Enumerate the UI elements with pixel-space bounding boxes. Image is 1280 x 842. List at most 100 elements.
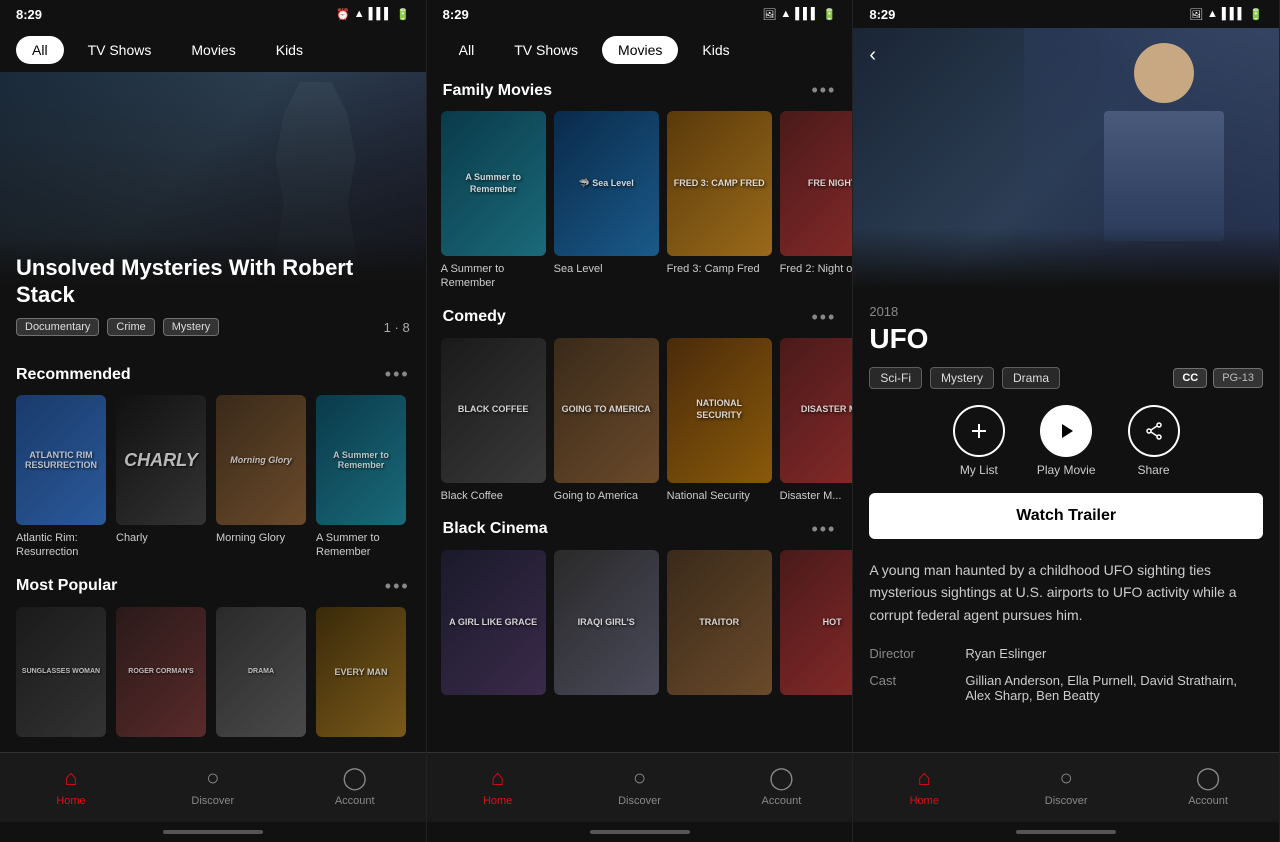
tab-kids-2[interactable]: Kids bbox=[686, 36, 745, 64]
family-card-2[interactable]: FRED 3: CAMP FRED Fred 3: Camp Fred bbox=[667, 111, 772, 291]
detail-title: UFO bbox=[869, 323, 1263, 355]
section-title-family: Family Movies bbox=[443, 82, 552, 100]
movie-row-popular: SUNGLASSES WOMAN ROGER CORMAN'S DRAMA EV… bbox=[0, 607, 426, 743]
nav-account-1[interactable]: ◯ Account bbox=[325, 765, 385, 807]
popular-card-2[interactable]: DRAMA bbox=[216, 607, 306, 743]
movie-thumb-inner-0: ATLANTIC RIM RESURRECTION bbox=[16, 395, 106, 525]
signal-icon-2: ▌▌▌ bbox=[795, 8, 818, 20]
bc-thumb-0: A GIRL LIKE GRACE bbox=[441, 550, 546, 695]
family-card-3[interactable]: FRE NIGHT Fred 2: Night of... bbox=[780, 111, 853, 291]
bc-card-3[interactable]: HOT bbox=[780, 550, 853, 701]
popular-card-1[interactable]: ROGER CORMAN'S bbox=[116, 607, 206, 743]
status-icons-3: 🖼 ▲ ▌▌▌ 🔋 bbox=[1189, 8, 1263, 21]
movie-card-1[interactable]: CHARLY Charly bbox=[116, 395, 206, 560]
movie-thumb-inner-1: CHARLY bbox=[116, 395, 206, 525]
section-header-black-cinema: Black Cinema ••• bbox=[427, 519, 853, 540]
bc-card-0[interactable]: A GIRL LIKE GRACE bbox=[441, 550, 546, 701]
nav-home-3[interactable]: ⌂ Home bbox=[894, 765, 954, 807]
section-header-recommended: Recommended ••• bbox=[0, 364, 426, 385]
movie-thumb-1: CHARLY bbox=[116, 395, 206, 525]
nav-account-3[interactable]: ◯ Account bbox=[1178, 765, 1238, 807]
nav-home-1[interactable]: ⌂ Home bbox=[41, 765, 101, 807]
detail-tags-row: Sci-Fi Mystery Drama CC PG-13 bbox=[869, 367, 1263, 389]
home-icon-2: ⌂ bbox=[491, 765, 504, 791]
description: A young man haunted by a childhood UFO s… bbox=[869, 559, 1263, 626]
nav-discover-3[interactable]: ○ Discover bbox=[1036, 765, 1096, 807]
tab-kids-1[interactable]: Kids bbox=[260, 36, 319, 64]
share-icon bbox=[1128, 405, 1180, 457]
home-bar-3 bbox=[1016, 830, 1116, 834]
family-label-2: Fred 3: Camp Fred bbox=[667, 262, 772, 276]
movie-card-0[interactable]: ATLANTIC RIM RESURRECTION Atlantic Rim: … bbox=[16, 395, 106, 560]
hero-overlay-1: Unsolved Mysteries With Robert Stack Doc… bbox=[0, 239, 426, 352]
photo-icon-3: 🖼 bbox=[1189, 8, 1203, 21]
home-bar-2 bbox=[590, 830, 690, 834]
comedy-label-2: National Security bbox=[667, 489, 772, 503]
family-card-0[interactable]: A Summer to Remember A Summer to Remembe… bbox=[441, 111, 546, 291]
content-scroll-1[interactable]: Recommended ••• ATLANTIC RIM RESURRECTIO… bbox=[0, 352, 426, 752]
share-label: Share bbox=[1138, 463, 1170, 477]
detail-content[interactable]: 2018 UFO Sci-Fi Mystery Drama CC PG-13 M… bbox=[853, 288, 1279, 752]
comedy-card-3[interactable]: DISASTER MO Disaster M... bbox=[780, 338, 853, 503]
discover-icon-1: ○ bbox=[206, 765, 219, 791]
status-icons-2: 🖼 ▲ ▌▌▌ 🔋 bbox=[762, 8, 836, 21]
nav-home-2[interactable]: ⌂ Home bbox=[468, 765, 528, 807]
back-button[interactable]: ‹ bbox=[869, 44, 876, 67]
status-bar-2: 8:29 🖼 ▲ ▌▌▌ 🔋 bbox=[427, 0, 853, 28]
movie-thumb-0: ATLANTIC RIM RESURRECTION bbox=[16, 395, 106, 525]
tab-movies-1[interactable]: Movies bbox=[175, 36, 251, 64]
tab-all-2[interactable]: All bbox=[443, 36, 491, 64]
popular-card-0[interactable]: SUNGLASSES WOMAN bbox=[16, 607, 106, 743]
bottom-nav-3: ⌂ Home ○ Discover ◯ Account bbox=[853, 752, 1279, 822]
my-list-icon bbox=[953, 405, 1005, 457]
movies-scroll-2[interactable]: Family Movies ••• A Summer to Remember A… bbox=[427, 72, 853, 752]
bc-card-1[interactable]: IRAQI GIRL'S bbox=[554, 550, 659, 701]
bc-thumb-3: HOT bbox=[780, 550, 853, 695]
bc-card-2[interactable]: TRAITOR bbox=[667, 550, 772, 701]
home-indicator-1 bbox=[0, 822, 426, 842]
nav-home-label-1: Home bbox=[56, 795, 85, 807]
detail-fade-bottom bbox=[853, 228, 1279, 288]
director-val: Ryan Eslinger bbox=[965, 646, 1263, 661]
nav-account-2[interactable]: ◯ Account bbox=[751, 765, 811, 807]
discover-icon-3: ○ bbox=[1060, 765, 1073, 791]
family-label-3: Fred 2: Night of... bbox=[780, 262, 853, 276]
watch-trailer-button[interactable]: Watch Trailer bbox=[869, 493, 1263, 539]
hero-tags-1: Documentary Crime Mystery 1 · 8 bbox=[16, 318, 410, 336]
detail-person-container bbox=[1089, 43, 1239, 243]
comedy-card-0[interactable]: BLACK COFFEE Black Coffee bbox=[441, 338, 546, 503]
section-title-comedy: Comedy bbox=[443, 308, 506, 326]
tab-tvshows-2[interactable]: TV Shows bbox=[498, 36, 594, 64]
hero-tag-mystery: Mystery bbox=[163, 318, 220, 336]
section-comedy: Comedy ••• BLACK COFFEE Black Coffee GOI… bbox=[427, 307, 853, 503]
filter-tabs-2: All TV Shows Movies Kids bbox=[427, 28, 853, 72]
section-more-family[interactable]: ••• bbox=[811, 80, 836, 101]
tab-tvshows-1[interactable]: TV Shows bbox=[72, 36, 168, 64]
detail-year: 2018 bbox=[869, 304, 1263, 319]
family-card-1[interactable]: 🦈 Sea Level Sea Level bbox=[554, 111, 659, 291]
tab-all-1[interactable]: All bbox=[16, 36, 64, 64]
status-time-1: 8:29 bbox=[16, 7, 42, 22]
hero-title-1: Unsolved Mysteries With Robert Stack bbox=[16, 255, 410, 308]
person-head bbox=[1134, 43, 1194, 103]
comedy-card-2[interactable]: NATIONAL SECURITY National Security bbox=[667, 338, 772, 503]
section-header-comedy: Comedy ••• bbox=[427, 307, 853, 328]
play-movie-button[interactable]: Play Movie bbox=[1037, 405, 1096, 477]
my-list-button[interactable]: My List bbox=[953, 405, 1005, 477]
tab-movies-2[interactable]: Movies bbox=[602, 36, 678, 64]
section-more-black-cinema[interactable]: ••• bbox=[811, 519, 836, 540]
popular-card-3[interactable]: EVERY MAN bbox=[316, 607, 406, 743]
section-more-popular[interactable]: ••• bbox=[385, 576, 410, 597]
section-more-recommended[interactable]: ••• bbox=[385, 364, 410, 385]
movie-card-2[interactable]: Morning Glory Morning Glory bbox=[216, 395, 306, 560]
movie-card-3[interactable]: A Summer to Remember A Summer to Remembe… bbox=[316, 395, 406, 560]
comedy-thumb-3: DISASTER MO bbox=[780, 338, 853, 483]
nav-discover-2[interactable]: ○ Discover bbox=[610, 765, 670, 807]
comedy-card-1[interactable]: GOING TO AMERICA Going to America bbox=[554, 338, 659, 503]
phone-1: 8:29 ⏰ ▲ ▌▌▌ 🔋 All TV Shows Movies Kids … bbox=[0, 0, 427, 842]
status-bar-1: 8:29 ⏰ ▲ ▌▌▌ 🔋 bbox=[0, 0, 426, 28]
share-svg-icon bbox=[1145, 422, 1163, 440]
share-button[interactable]: Share bbox=[1128, 405, 1180, 477]
nav-discover-1[interactable]: ○ Discover bbox=[183, 765, 243, 807]
section-more-comedy[interactable]: ••• bbox=[811, 307, 836, 328]
